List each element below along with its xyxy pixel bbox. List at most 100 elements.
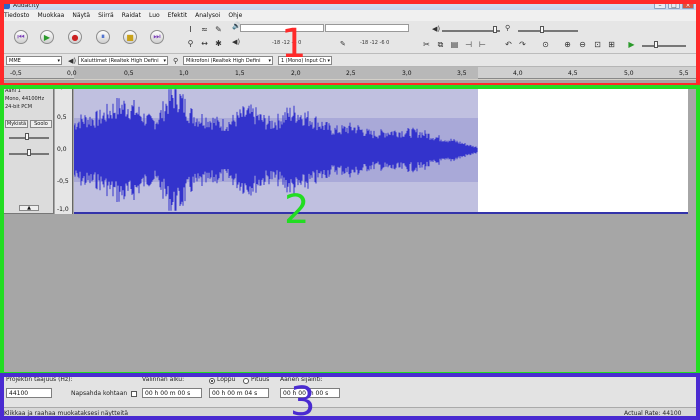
track-format-rate: Mono, 44100Hz [5, 96, 45, 102]
paste-icon[interactable]: ▤ [449, 39, 460, 50]
selection-start-label: Valinnan alku: [142, 376, 185, 383]
menu-generate[interactable]: Luo [149, 12, 160, 19]
ruler-tick: 0,0 [67, 70, 77, 77]
window-title: Audacity [13, 1, 40, 9]
zoom-tool-icon[interactable]: ⚲ [185, 38, 196, 49]
copy-icon[interactable]: ⧉ [435, 39, 446, 50]
close-button[interactable]: × [682, 1, 694, 9]
playback-volume-icon: ◀) [232, 38, 241, 46]
output-volume-knob[interactable] [493, 26, 497, 33]
microphone-icon: ✎ [340, 40, 346, 48]
play-at-speed-icon[interactable]: ▶ [626, 39, 637, 50]
solo-button[interactable]: Soolo [30, 120, 52, 128]
input-device-select[interactable]: Mikrofoni (Realtek High Defini ▾ [183, 56, 273, 65]
record-meter-scale: -18 -12 -6 0 [360, 40, 390, 46]
annotation-number-3: 3 [290, 379, 316, 420]
play-speed-knob[interactable] [654, 41, 658, 48]
snap-to-label: Napsahda kohtaan [71, 390, 128, 397]
selection-tool-icon[interactable]: I [185, 24, 196, 35]
chevron-down-icon: ▾ [57, 58, 60, 64]
selection-start-field[interactable]: 00 h 00 m 00 s [142, 388, 202, 398]
sync-lock-icon[interactable]: ⊙ [540, 39, 551, 50]
ruler-tick: 5,5 [679, 70, 689, 77]
ruler-tick: 2,0 [291, 70, 301, 77]
length-radio[interactable] [243, 378, 249, 384]
amplitude-axis: 1,0 0,5 0,0 -0,5 -1,0 [55, 84, 73, 214]
output-volume-track[interactable] [442, 30, 500, 32]
selection-end-field[interactable]: 00 h 00 m 04 s [209, 388, 269, 398]
zoom-in-icon[interactable]: ⊕ [562, 39, 573, 50]
menu-view[interactable]: Näytä [72, 12, 90, 19]
record-meter[interactable] [325, 24, 409, 32]
speaker-icon: ◀) [68, 57, 77, 65]
skip-to-start-button[interactable]: ⏮ [14, 30, 28, 44]
y-axis-label: 0,5 [57, 114, 67, 121]
input-volume-track[interactable] [518, 30, 578, 32]
end-radio-label: Loppu [217, 376, 236, 383]
menu-file[interactable]: Tiedosto [4, 12, 29, 19]
track-area[interactable]: Ääni 1 Mono, 44100Hz 24-bit PCM Mykistä … [0, 80, 700, 373]
end-radio[interactable] [209, 378, 215, 384]
project-rate-select[interactable]: 44100 [6, 388, 52, 398]
stop-button[interactable]: ■ [123, 30, 137, 44]
input-volume-icon: ⚲ [505, 24, 511, 32]
redo-icon[interactable]: ↷ [517, 39, 528, 50]
track-name[interactable]: Ääni 1 [5, 88, 21, 94]
track-format-bits: 24-bit PCM [5, 104, 33, 110]
play-button[interactable]: ▶ [40, 30, 54, 44]
draw-tool-icon[interactable]: ✎ [213, 24, 224, 35]
output-device-value: Kaiuttimet (Realtek High Defini [81, 58, 159, 64]
timeline-ruler[interactable]: -0,5 0,0 0,5 1,0 1,5 2,0 2,5 3,0 3,5 4,0… [0, 67, 700, 79]
ruler-tick: 4,0 [513, 70, 523, 77]
fit-project-icon[interactable]: ⊞ [606, 39, 617, 50]
project-rate-label: Projektin taajuus (Hz): [6, 376, 73, 383]
menu-analyze[interactable]: Analysoi [195, 12, 220, 19]
cut-icon[interactable]: ✂ [421, 39, 432, 50]
output-device-select[interactable]: Kaiuttimet (Realtek High Defini ▾ [78, 56, 168, 65]
menu-help[interactable]: Ohje [228, 12, 242, 19]
record-button[interactable]: ● [68, 30, 82, 44]
menu-transport[interactable]: Siirrä [98, 12, 114, 19]
selection-toolbar: Projektin taajuus (Hz): 44100 Napsahda k… [0, 373, 700, 407]
minimize-button[interactable]: – [654, 1, 666, 9]
ruler-selection-region [74, 67, 478, 79]
annotation-number-1: 1 [281, 21, 307, 67]
menu-tracks[interactable]: Raidat [122, 12, 141, 19]
snap-to-checkbox[interactable] [131, 391, 137, 397]
microphone-icon: ⚲ [173, 57, 179, 65]
audio-host-value: MME [9, 58, 21, 64]
ruler-tick: 3,0 [402, 70, 412, 77]
skip-to-end-button[interactable]: ⏭ [150, 30, 164, 44]
waveform-display[interactable] [74, 86, 688, 214]
trim-icon[interactable]: ⊣ [463, 39, 474, 50]
input-volume-knob[interactable] [540, 26, 544, 33]
zoom-out-icon[interactable]: ⊖ [577, 39, 588, 50]
menu-edit[interactable]: Muokkaa [37, 12, 64, 19]
y-axis-label: 1,0 [57, 84, 67, 91]
gain-knob[interactable] [25, 133, 29, 140]
timeshift-tool-icon[interactable]: ↔ [199, 38, 210, 49]
menu-effects[interactable]: Efektit [168, 12, 187, 19]
ruler-tick: 1,5 [235, 70, 245, 77]
annotation-number-2: 2 [284, 187, 310, 233]
track-control-panel[interactable]: Ääni 1 Mono, 44100Hz 24-bit PCM Mykistä … [2, 86, 54, 214]
ruler-tick: 1,0 [179, 70, 189, 77]
y-axis-label: 0,0 [57, 146, 67, 153]
silence-icon[interactable]: ⊢ [477, 39, 488, 50]
length-radio-label: Pituus [251, 376, 270, 383]
maximize-button[interactable]: □ [668, 1, 680, 9]
device-toolbar: MME ▾ ◀) Kaiuttimet (Realtek High Defini ▾… [0, 54, 700, 67]
envelope-tool-icon[interactable]: ≈ [199, 24, 210, 35]
gain-slider[interactable] [9, 137, 49, 139]
undo-icon[interactable]: ↶ [503, 39, 514, 50]
mute-button[interactable]: Mykistä [5, 120, 28, 128]
multi-tool-icon[interactable]: ✱ [213, 38, 224, 49]
pan-knob[interactable] [27, 149, 31, 156]
audio-host-select[interactable]: MME ▾ [6, 56, 62, 65]
ruler-tick: 0,5 [124, 70, 134, 77]
collapse-track-button[interactable]: ▲ [19, 205, 39, 211]
pause-button[interactable]: ⏸ [96, 30, 110, 44]
fit-selection-icon[interactable]: ⊡ [592, 39, 603, 50]
play-speed-track[interactable] [642, 45, 686, 47]
status-message: Klikkaa ja raahaa muokataksesi näytteitä [4, 410, 129, 417]
